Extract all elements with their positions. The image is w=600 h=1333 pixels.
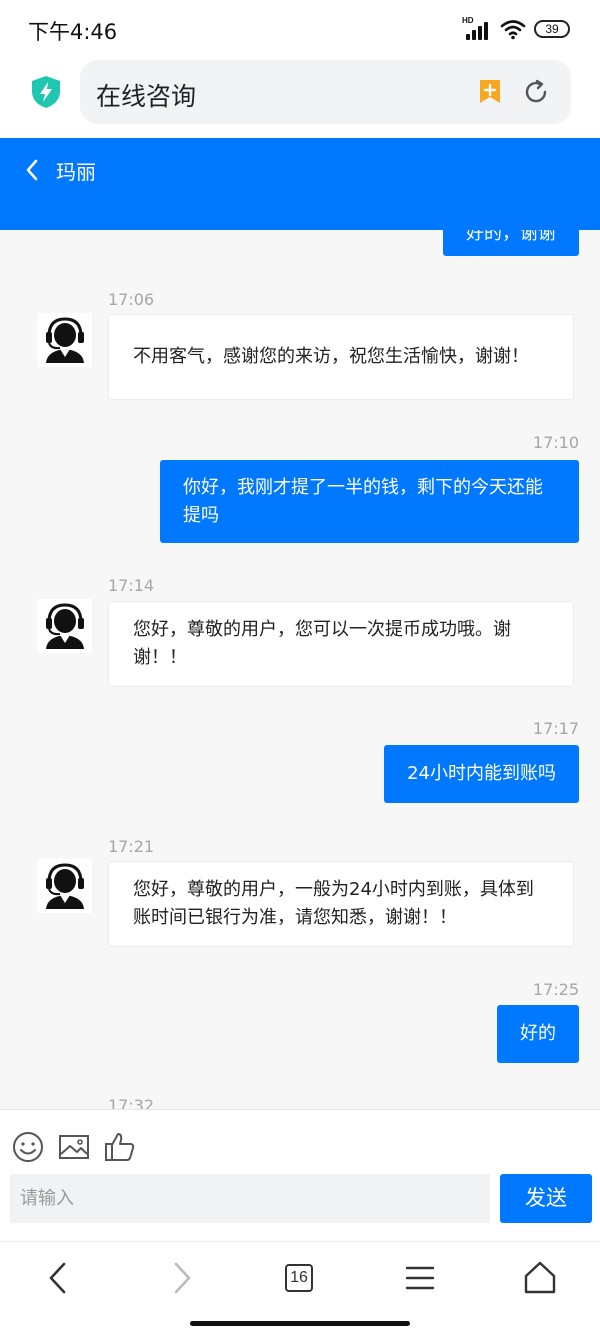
message-timestamp: 17:25 (532, 980, 579, 999)
user-message-bubble: 24小时内能到账吗 (384, 745, 579, 803)
agent-avatar (38, 313, 92, 367)
message-text: 不用客气，感谢您的来访，祝您生活愉快，谢谢！ (133, 346, 529, 367)
message-timestamp: 17:21 (108, 837, 155, 856)
agent-message-bubble: 不用客气，感谢您的来访，祝您生活愉快，谢谢！ (108, 314, 574, 400)
status-bar: 下午4:46 HD 39 (0, 0, 600, 60)
page-title: 在线咨询 (96, 82, 197, 111)
message-timestamp: 17:06 (108, 290, 155, 309)
agent-name: 玛丽 (56, 160, 96, 184)
home-indicator (190, 1321, 410, 1326)
user-message-bubble: 你好，我刚才提了一半的钱，剩下的今天还能提吗 (160, 460, 579, 543)
wifi-icon (500, 20, 526, 40)
user-message-bubble: 好的，谢谢 (443, 230, 579, 256)
chat-header: 玛丽 (0, 138, 600, 230)
message-timestamp: 17:14 (108, 576, 155, 595)
status-time: 下午4:46 (28, 20, 118, 44)
user-message-bubble: 好的 (497, 1005, 579, 1063)
browser-bottom-nav: 16 (0, 1241, 600, 1333)
browser-address-bar: 在线咨询 (0, 60, 600, 138)
message-timestamp: 17:32 (108, 1096, 155, 1109)
agent-avatar (38, 859, 92, 913)
message-input[interactable]: 请输入 (10, 1174, 490, 1223)
refresh-icon[interactable] (523, 79, 549, 105)
message-timestamp: 17:10 (532, 433, 579, 452)
status-icons: HD 39 (462, 16, 570, 40)
agent-message-bubble: 您好，尊敬的用户，您可以一次提币成功哦。谢谢！！ (108, 601, 574, 687)
message-text: 好的 (520, 1023, 556, 1044)
chat-message-list[interactable]: 好的，谢谢 17:06 不用客气，感谢您的来访，祝您生活愉快，谢谢！ 17:10… (0, 230, 600, 1109)
agent-message-bubble: 您好，尊敬的用户，一般为24小时内到账，具体到账时间已银行为准，请您知悉，谢谢！… (108, 861, 574, 947)
add-bookmark-icon[interactable] (478, 79, 502, 105)
customer-service-avatar-icon (46, 317, 84, 363)
browser-forward-icon[interactable] (161, 1258, 201, 1298)
tabs-button[interactable]: 16 (284, 1258, 324, 1298)
agent-avatar (38, 599, 92, 653)
browser-back-icon[interactable] (39, 1258, 79, 1298)
customer-service-avatar-icon (46, 603, 84, 649)
battery-icon: 39 (534, 20, 570, 38)
message-composer: 请输入 发送 (0, 1109, 600, 1241)
tab-count: 16 (285, 1264, 313, 1292)
cellular-signal-icon: HD (462, 16, 492, 40)
menu-icon[interactable] (400, 1258, 440, 1298)
image-icon[interactable] (57, 1130, 91, 1164)
thumbs-up-icon[interactable] (103, 1130, 137, 1164)
home-icon[interactable] (520, 1258, 560, 1298)
message-text: 您好，尊敬的用户，一般为24小时内到账，具体到账时间已银行为准，请您知悉，谢谢！… (133, 879, 534, 928)
url-field[interactable]: 在线咨询 (80, 60, 571, 124)
message-text: 好的，谢谢 (466, 230, 556, 244)
message-text: 你好，我刚才提了一半的钱，剩下的今天还能提吗 (183, 476, 543, 526)
message-text: 24小时内能到账吗 (407, 763, 556, 784)
hd-label: HD (462, 16, 474, 25)
send-button[interactable]: 发送 (500, 1174, 592, 1223)
security-shield-icon[interactable] (30, 75, 62, 109)
back-arrow-icon[interactable] (20, 156, 46, 184)
emoji-icon[interactable] (11, 1130, 45, 1164)
customer-service-avatar-icon (46, 863, 84, 909)
message-timestamp: 17:17 (532, 719, 579, 738)
message-text: 您好，尊敬的用户，您可以一次提币成功哦。谢谢！！ (133, 619, 511, 668)
